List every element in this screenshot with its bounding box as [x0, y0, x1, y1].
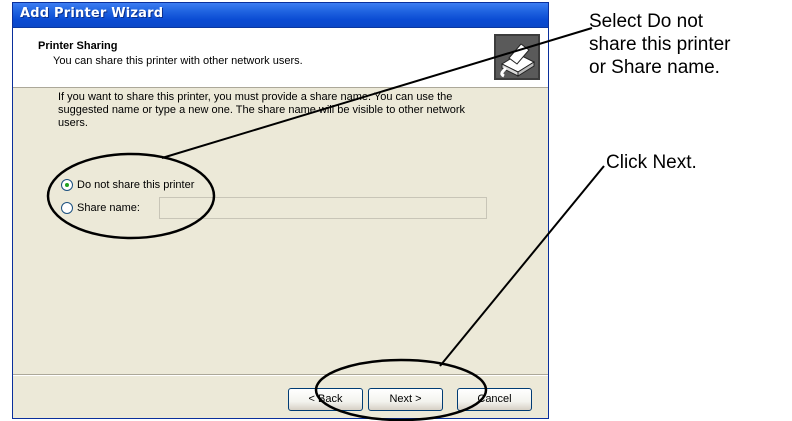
next-leader-line: [439, 165, 605, 367]
next-highlight-ellipse: [314, 358, 488, 421]
callout-leader-line: [161, 27, 593, 159]
options-highlight-ellipse: [46, 152, 216, 240]
annotation-overlay: [46, 27, 605, 421]
